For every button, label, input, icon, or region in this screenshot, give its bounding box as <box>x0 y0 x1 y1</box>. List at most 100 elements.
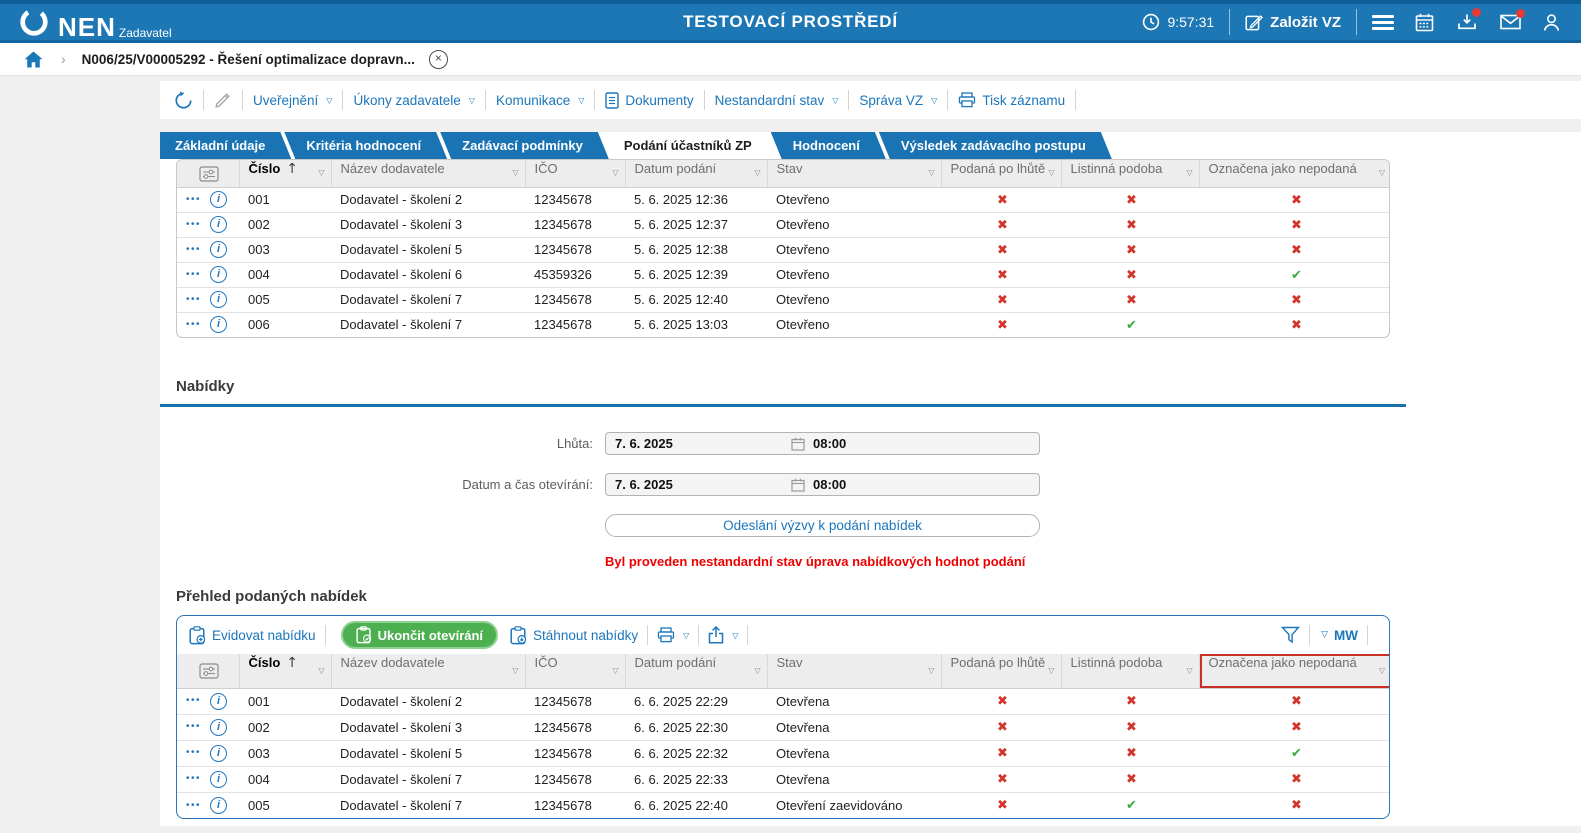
column-filter-icon[interactable]: ▽ <box>612 160 618 186</box>
filter-funnel-icon[interactable] <box>1281 626 1300 644</box>
column-filter-icon[interactable]: ▽ <box>612 654 618 687</box>
column-filter-icon[interactable]: ▽ <box>1048 654 1054 687</box>
table-row[interactable]: •••i003Dodavatel - školení 5123456785. 6… <box>177 237 1390 262</box>
info-icon[interactable]: i <box>210 797 227 814</box>
column-filter-icon[interactable]: ▽ <box>318 654 324 687</box>
column-filter-icon[interactable]: ▽ <box>512 160 518 186</box>
table-row[interactable]: •••i003Dodavatel - školení 5123456786. 6… <box>177 740 1390 766</box>
tab-zadavaci-podminky[interactable]: Zadávací podmínky <box>440 132 609 159</box>
column-header[interactable]: Číslo↑▽ <box>239 654 331 688</box>
row-menu-icon[interactable]: ••• <box>186 696 201 707</box>
create-vz-button[interactable]: Založit VZ <box>1245 13 1341 31</box>
table-row[interactable]: •••i006Dodavatel - školení 7123456785. 6… <box>177 312 1390 337</box>
history-button[interactable] <box>174 91 193 110</box>
row-menu-icon[interactable]: ••• <box>186 748 201 759</box>
column-filter-icon[interactable]: ▽ <box>1048 160 1054 186</box>
column-filter-icon[interactable]: ▽ <box>754 654 760 687</box>
column-filter-icon[interactable]: ▽ <box>512 654 518 687</box>
info-icon[interactable]: i <box>210 216 227 233</box>
table-row[interactable]: •••i005Dodavatel - školení 7123456786. 6… <box>177 792 1390 818</box>
info-icon[interactable]: i <box>210 316 227 333</box>
column-header[interactable]: Podaná po lhůtě▽ <box>941 160 1061 187</box>
column-header[interactable]: Označena jako nepodaná▽ <box>1199 654 1390 688</box>
calendar-icon[interactable] <box>1415 13 1434 32</box>
tab-hodnoceni[interactable]: Hodnocení <box>771 132 886 159</box>
column-filter-icon[interactable]: ▽ <box>1379 160 1385 186</box>
column-header[interactable]: IČO▽ <box>525 160 625 187</box>
column-header[interactable]: Datum podání▽ <box>625 160 767 187</box>
column-filter-icon[interactable]: ▽ <box>1379 654 1385 687</box>
menu-ukony-zadavatele[interactable]: Úkony zadavatele▽ <box>353 93 474 108</box>
lhuta-time-value[interactable]: 08:00 <box>813 436 846 451</box>
table-row[interactable]: •••i002Dodavatel - školení 3123456785. 6… <box>177 212 1390 237</box>
tab-kriteria-hodnoceni[interactable]: Kritéria hodnocení <box>284 132 447 159</box>
ukoncit-oteviranie-button[interactable]: Ukončit otevírání <box>341 621 498 649</box>
row-menu-icon[interactable]: ••• <box>186 219 201 230</box>
edit-record-button[interactable] <box>214 91 232 109</box>
column-header[interactable]: Listinná podoba▽ <box>1061 160 1199 187</box>
tab-vysledek[interactable]: Výsledek zadávacího postupu <box>879 132 1112 159</box>
oteviranie-time-value[interactable]: 08:00 <box>813 477 846 492</box>
column-filter-icon[interactable]: ▽ <box>928 654 934 687</box>
row-menu-icon[interactable]: ••• <box>186 294 201 305</box>
column-header[interactable]: Číslo↑▽ <box>239 160 331 187</box>
table-row[interactable]: •••i005Dodavatel - školení 7123456785. 6… <box>177 287 1390 312</box>
info-icon[interactable]: i <box>210 745 227 762</box>
column-header[interactable]: Stav▽ <box>767 160 941 187</box>
lhuta-datetime-field[interactable]: 7. 6. 2025 08:00 <box>605 432 1040 455</box>
column-header[interactable]: Podaná po lhůtě▽ <box>941 654 1061 688</box>
downloads-button[interactable] <box>1457 13 1477 31</box>
oteviranie-datetime-field[interactable]: 7. 6. 2025 08:00 <box>605 473 1040 496</box>
mw-dropdown-arrow-icon[interactable]: ▽ <box>1321 630 1328 640</box>
send-invitation-button[interactable]: Odeslání výzvy k podání nabídek <box>605 514 1040 537</box>
column-filter-icon[interactable]: ▽ <box>1186 160 1192 186</box>
row-menu-icon[interactable]: ••• <box>186 800 201 811</box>
print-record-button[interactable]: Tisk záznamu <box>958 92 1065 108</box>
menu-icon[interactable] <box>1372 15 1394 30</box>
info-icon[interactable]: i <box>210 771 227 788</box>
column-header[interactable]: Stav▽ <box>767 654 941 688</box>
column-header[interactable]: Název dodavatele▽ <box>331 654 525 688</box>
user-icon[interactable] <box>1542 13 1561 32</box>
evidovat-nabidku-button[interactable]: Evidovat nabídku <box>189 626 316 645</box>
calendar-field-icon[interactable] <box>791 478 805 492</box>
row-menu-icon[interactable]: ••• <box>186 722 201 733</box>
row-menu-icon[interactable]: ••• <box>186 319 201 330</box>
info-icon[interactable]: i <box>210 719 227 736</box>
tab-podani-ucastniku[interactable]: Podání účastníků ZP <box>602 132 778 159</box>
menu-sprava-vz[interactable]: Správa VZ▽ <box>859 93 937 108</box>
row-menu-icon[interactable]: ••• <box>186 269 201 280</box>
info-icon[interactable]: i <box>210 693 227 710</box>
column-header[interactable]: Název dodavatele▽ <box>331 160 525 187</box>
messages-button[interactable] <box>1500 14 1521 30</box>
column-filter-icon[interactable]: ▽ <box>754 160 760 186</box>
home-icon[interactable] <box>24 51 43 68</box>
column-header[interactable]: Datum podání▽ <box>625 654 767 688</box>
column-settings-icon[interactable] <box>177 160 239 187</box>
lhuta-date-value[interactable]: 7. 6. 2025 <box>606 436 791 451</box>
tab-zakladni-udaje[interactable]: Základní údaje <box>160 132 291 159</box>
row-menu-icon[interactable]: ••• <box>186 194 201 205</box>
calendar-field-icon[interactable] <box>791 437 805 451</box>
menu-nestandardni-stav[interactable]: Nestandardní stav▽ <box>715 93 839 108</box>
print-table-button[interactable]: ▽ <box>657 627 689 643</box>
breadcrumb-item[interactable]: N006/25/V00005292 - Řešení optimalizace … <box>82 52 415 67</box>
menu-dokumenty[interactable]: Dokumenty <box>605 92 693 109</box>
column-filter-icon[interactable]: ▽ <box>318 160 324 186</box>
table-row[interactable]: •••i001Dodavatel - školení 2123456786. 6… <box>177 688 1390 714</box>
column-header[interactable]: Listinná podoba▽ <box>1061 654 1199 688</box>
menu-komunikace[interactable]: Komunikace▽ <box>496 93 584 108</box>
column-filter-icon[interactable]: ▽ <box>1186 654 1192 687</box>
column-settings-icon[interactable] <box>177 654 239 688</box>
table-row[interactable]: •••i004Dodavatel - školení 6453593265. 6… <box>177 262 1390 287</box>
info-icon[interactable]: i <box>210 291 227 308</box>
info-icon[interactable]: i <box>210 241 227 258</box>
table-row[interactable]: •••i004Dodavatel - školení 7123456786. 6… <box>177 766 1390 792</box>
export-button[interactable]: ▽ <box>708 626 738 644</box>
row-menu-icon[interactable]: ••• <box>186 774 201 785</box>
mw-view-label[interactable]: MW <box>1334 628 1358 643</box>
close-record-icon[interactable]: × <box>429 50 448 69</box>
menu-uverejneni[interactable]: Uveřejnění▽ <box>253 93 332 108</box>
info-icon[interactable]: i <box>210 266 227 283</box>
info-icon[interactable]: i <box>210 191 227 208</box>
